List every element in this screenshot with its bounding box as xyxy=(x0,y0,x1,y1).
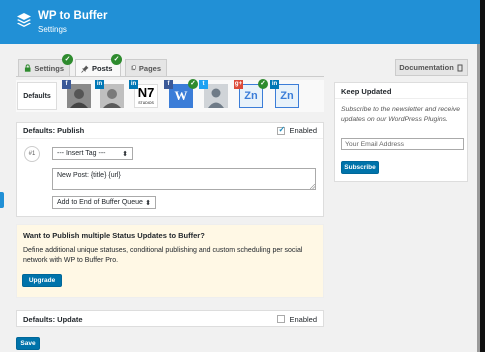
documentation-label: Documentation xyxy=(399,63,454,72)
n7-logo-text: N7 xyxy=(137,85,155,100)
buffer-logo-icon xyxy=(17,13,31,27)
publish-enabled-toggle[interactable]: Enabled xyxy=(277,125,317,135)
tab-pages[interactable]: Pages xyxy=(125,59,167,76)
keep-updated-box: Keep Updated Subscribe to the newsletter… xyxy=(334,82,468,182)
account-avatar[interactable]: f xyxy=(62,80,91,108)
check-icon: ✓ xyxy=(111,54,122,65)
defaults-label: Defaults xyxy=(23,92,51,100)
pin-icon xyxy=(81,65,89,73)
queue-select[interactable]: Add to End of Buffer Queue ⬍ xyxy=(52,196,156,209)
update-enabled-toggle[interactable]: Enabled xyxy=(277,315,317,324)
page-subtitle: Settings xyxy=(38,25,67,34)
account-avatar[interactable]: N7 STUDIOS in xyxy=(129,80,158,108)
enabled-label: Enabled xyxy=(289,314,317,324)
tab-posts-label: Posts xyxy=(92,64,113,73)
facebook-icon: f xyxy=(62,80,71,89)
app-header: WP to Buffer Settings xyxy=(0,0,480,44)
status-index: #1 xyxy=(24,146,40,162)
publish-panel-header: Defaults: Publish Enabled xyxy=(17,123,323,139)
account-avatar[interactable]: Zn g+ ✓ xyxy=(234,79,268,108)
pages-icon xyxy=(131,65,136,71)
publish-title: Defaults: Publish xyxy=(23,126,85,135)
document-icon xyxy=(457,64,463,71)
update-panel: Defaults: Update Enabled xyxy=(16,310,324,327)
status-text-area[interactable]: New Post: {title} {url} xyxy=(52,168,316,190)
tab-settings-label: Settings xyxy=(34,63,64,73)
promo-text: Define additional unique statuses, condi… xyxy=(23,247,303,264)
twitter-icon: t xyxy=(199,80,208,89)
account-avatar[interactable]: Zn in xyxy=(270,80,299,108)
app-window: WP to Buffer Settings Settings ✓ Posts ✓… xyxy=(0,0,480,352)
check-icon: ✓ xyxy=(62,54,73,65)
n7-logo-subtext: STUDIOS xyxy=(138,101,154,105)
keep-updated-text: Subscribe to the newsletter and receive … xyxy=(341,106,461,123)
chevron-down-icon: ⬍ xyxy=(122,150,128,158)
keep-updated-title: Keep Updated xyxy=(335,83,467,99)
account-avatar[interactable]: t xyxy=(199,80,228,108)
enabled-label: Enabled xyxy=(289,126,317,135)
linkedin-icon: in xyxy=(95,80,104,89)
resize-handle-icon xyxy=(310,184,315,189)
upgrade-button[interactable]: Upgrade xyxy=(22,274,62,287)
app-title: WP to Buffer xyxy=(38,10,108,22)
insert-tag-value: --- Insert Tag --- xyxy=(57,150,106,157)
tab-pages-label: Pages xyxy=(138,63,161,73)
check-icon: ✓ xyxy=(258,79,268,89)
tab-defaults[interactable]: Defaults xyxy=(17,82,57,110)
queue-value: Add to End of Buffer Queue xyxy=(57,199,143,206)
promo-title: Want to Publish multiple Status Updates … xyxy=(23,231,205,240)
update-enabled-checkbox[interactable] xyxy=(277,315,286,323)
upgrade-promo: Want to Publish multiple Status Updates … xyxy=(16,224,324,298)
chevron-down-icon: ⬍ xyxy=(145,199,151,207)
update-title: Defaults: Update xyxy=(23,314,83,324)
check-icon: ✓ xyxy=(188,79,198,89)
account-avatar[interactable]: W f ✓ xyxy=(164,79,198,108)
insert-tag-select[interactable]: --- Insert Tag --- ⬍ xyxy=(52,147,133,160)
linkedin-icon: in xyxy=(129,80,138,89)
tab-divider xyxy=(16,76,324,77)
publish-enabled-checkbox[interactable] xyxy=(277,125,286,135)
subscribe-button[interactable]: Subscribe xyxy=(341,161,379,174)
update-panel-header: Defaults: Update Enabled xyxy=(17,311,323,327)
collapse-handle[interactable] xyxy=(0,192,4,208)
save-button[interactable]: Save xyxy=(16,337,40,350)
account-avatar[interactable]: in xyxy=(95,80,124,108)
linkedin-icon: in xyxy=(270,80,279,89)
google-plus-icon: g+ xyxy=(234,80,243,89)
documentation-button[interactable]: Documentation xyxy=(395,59,468,76)
email-field[interactable]: Your Email Address xyxy=(341,138,464,150)
facebook-icon: f xyxy=(164,80,173,89)
lock-icon xyxy=(24,64,31,72)
